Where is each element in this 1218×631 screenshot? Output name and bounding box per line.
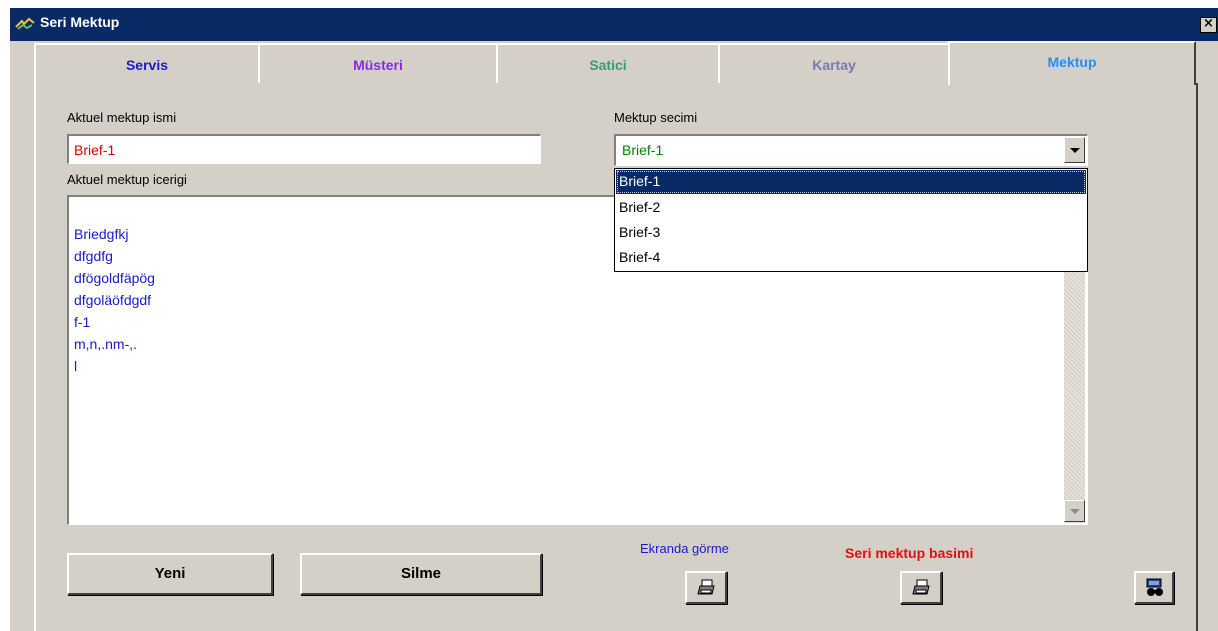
- content-label: Aktuel mektup icerigi: [67, 172, 187, 187]
- letter-name-input[interactable]: Brief-1: [67, 134, 541, 164]
- content-line: f-1: [74, 314, 91, 330]
- content-line: l: [74, 358, 78, 374]
- tab-kartay[interactable]: Kartay: [718, 43, 950, 83]
- tab-mektup[interactable]: Mektup: [948, 41, 1196, 85]
- dropdown-option[interactable]: Brief-4: [616, 246, 1086, 270]
- letter-select-value: Brief-1: [622, 142, 664, 158]
- printer-icon: [697, 579, 715, 595]
- binoculars-icon: [1146, 578, 1163, 596]
- tab-musteri[interactable]: Müsteri: [258, 43, 498, 83]
- letter-select-dropdown: Brief-1 Brief-2 Brief-3 Brief-4: [614, 168, 1088, 272]
- print-label: Seri mektup basimi: [845, 545, 974, 561]
- dropdown-option[interactable]: Brief-3: [616, 221, 1086, 245]
- preview-label: Ekranda görme: [640, 541, 729, 556]
- letter-select[interactable]: Brief-1: [614, 134, 1088, 166]
- printer-icon: [912, 579, 930, 595]
- search-data-button[interactable]: [1134, 571, 1174, 604]
- tab-satici[interactable]: Satici: [496, 43, 720, 83]
- title-bar: Seri Mektup ×: [10, 8, 1218, 41]
- chevron-down-icon[interactable]: [1064, 137, 1085, 163]
- scroll-down-icon[interactable]: [1064, 500, 1085, 522]
- dropdown-option[interactable]: Brief-1: [616, 170, 1086, 194]
- delete-button[interactable]: Silme: [300, 553, 542, 595]
- name-label: Aktuel mektup ismi: [67, 110, 177, 125]
- serial-print-button[interactable]: [900, 571, 942, 604]
- close-icon[interactable]: ×: [1200, 17, 1217, 33]
- content-line: m,n,.nm-,.: [74, 336, 138, 352]
- tab-servis[interactable]: Servis: [34, 43, 260, 83]
- preview-print-button[interactable]: [685, 571, 727, 604]
- content-line: dfgoläöfdgdf: [74, 292, 152, 308]
- dropdown-option[interactable]: Brief-2: [616, 196, 1086, 220]
- app-icon: [15, 17, 35, 30]
- select-label: Mektup secimi: [614, 110, 698, 125]
- window-title: Seri Mektup: [40, 14, 120, 30]
- new-button[interactable]: Yeni: [67, 553, 273, 595]
